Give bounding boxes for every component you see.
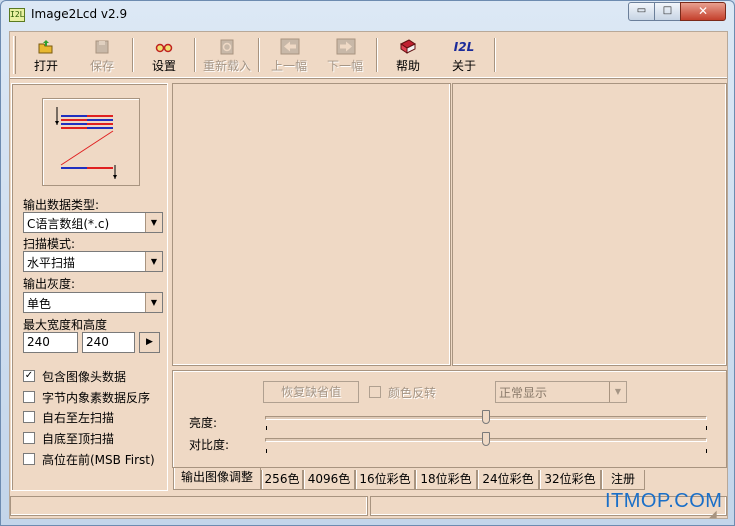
output-image-pane[interactable] <box>452 83 727 366</box>
maximize-button[interactable]: □ <box>654 2 681 21</box>
tab-32bit-color[interactable]: 32位彩色 <box>539 470 601 490</box>
minimize-button[interactable]: ▭ <box>628 2 655 21</box>
checkbox-box[interactable]: ✓ <box>23 370 35 382</box>
slider-tick <box>706 426 707 430</box>
toolbar-separator <box>132 38 134 72</box>
scan-mode-select[interactable]: 水平扫描 ▼ <box>23 251 163 272</box>
settings-button[interactable]: 设置 <box>138 35 190 75</box>
brightness-slider-thumb[interactable] <box>482 410 490 424</box>
bottom-to-top-label: 自底至顶扫描 <box>42 432 115 446</box>
status-cell-left <box>10 496 368 516</box>
include-header-label: 包含图像头数据 <box>42 370 127 384</box>
help-label: 帮助 <box>395 59 420 73</box>
open-button[interactable]: 打开 <box>20 35 72 75</box>
toolbar-separator <box>376 38 378 72</box>
open-folder-icon <box>37 38 55 56</box>
max-size-label: 最大宽度和高度 <box>23 318 108 332</box>
next-button[interactable]: 下一幅 <box>319 35 371 75</box>
max-width-input[interactable]: 240 <box>23 332 78 353</box>
resize-grip-icon[interactable]: ◢ <box>709 509 723 523</box>
checkbox-box[interactable] <box>23 453 35 465</box>
contrast-label: 对比度: <box>189 438 230 452</box>
toolbar: 打开 保存 设置 重新载入 上一幅 下一幅 帮助 I2L 关于 <box>10 32 727 78</box>
settings-panel: 输出数据类型: C语言数组(*.c) ▼ 扫描模式: 水平扫描 ▼ 输出灰度: … <box>11 83 168 491</box>
app-window: I2L Image2Lcd v2.9 ▭ □ ✕ 打开 保存 设置 重新载入 上… <box>0 0 735 526</box>
output-type-select[interactable]: C语言数组(*.c) ▼ <box>23 212 163 233</box>
tab-output-adjust[interactable]: 输出图像调整 <box>173 468 261 490</box>
title-bar[interactable]: I2L Image2Lcd v2.9 ▭ □ ✕ <box>1 1 734 29</box>
gray-level-label: 输出灰度: <box>23 277 76 291</box>
open-label: 打开 <box>33 59 58 73</box>
reload-label: 重新载入 <box>202 59 251 73</box>
slider-tick <box>266 426 267 430</box>
toolbar-separator <box>494 38 496 72</box>
checkbox-box[interactable] <box>369 386 381 398</box>
next-arrow-icon <box>336 38 356 56</box>
apply-size-button[interactable]: ▶ <box>139 332 160 353</box>
slider-tick <box>706 449 707 453</box>
gray-level-value: 单色 <box>27 297 52 311</box>
invert-color-label: 颜色反转 <box>388 386 437 400</box>
tab-16bit-color[interactable]: 16位彩色 <box>355 470 415 490</box>
save-button[interactable]: 保存 <box>76 35 128 75</box>
site-watermark: ITMOP.COM <box>605 490 723 512</box>
output-type-value: C语言数组(*.c) <box>27 217 110 231</box>
tab-24bit-color[interactable]: 24位彩色 <box>477 470 539 490</box>
max-height-input[interactable]: 240 <box>82 332 135 353</box>
toolbar-separator <box>194 38 196 72</box>
msb-first-label: 高位在前(MSB First) <box>42 453 155 467</box>
reload-icon <box>218 38 236 56</box>
about-button[interactable]: I2L 关于 <box>438 35 490 75</box>
previous-button[interactable]: 上一幅 <box>263 35 315 75</box>
checkbox-box[interactable] <box>23 391 35 403</box>
glasses-icon <box>155 38 173 56</box>
right-to-left-label: 自右至左扫描 <box>42 411 115 425</box>
toolbar-grip[interactable] <box>13 36 16 74</box>
checkbox-box[interactable] <box>23 432 35 444</box>
chevron-down-icon[interactable]: ▼ <box>609 382 626 402</box>
checkbox-box[interactable] <box>23 411 35 423</box>
help-book-icon <box>399 38 417 56</box>
previous-arrow-icon <box>280 38 300 56</box>
chevron-down-icon[interactable]: ▼ <box>145 293 162 312</box>
scan-mode-label: 扫描模式: <box>23 237 76 251</box>
chevron-down-icon[interactable]: ▼ <box>145 252 162 271</box>
source-image-pane[interactable] <box>172 83 451 366</box>
brightness-label: 亮度: <box>189 416 218 430</box>
help-button[interactable]: 帮助 <box>382 35 434 75</box>
tab-256-color[interactable]: 256色 <box>261 470 303 490</box>
scan-preview-diagram <box>42 98 140 186</box>
previous-label: 上一幅 <box>270 59 307 73</box>
close-button[interactable]: ✕ <box>680 2 726 21</box>
tab-18bit-color[interactable]: 18位彩色 <box>415 470 477 490</box>
client-area: 打开 保存 设置 重新载入 上一幅 下一幅 帮助 I2L 关于 输出数据类型: … <box>9 31 728 519</box>
tab-register[interactable]: 注册 <box>601 470 645 490</box>
chevron-down-icon[interactable]: ▼ <box>145 213 162 232</box>
about-label: 关于 <box>451 59 476 73</box>
contrast-slider-thumb[interactable] <box>482 432 490 446</box>
reverse-pixel-label: 字节内象素数据反序 <box>42 391 151 405</box>
window-title: Image2Lcd v2.9 <box>31 7 128 21</box>
app-icon: I2L <box>9 8 25 22</box>
save-label: 保存 <box>89 59 114 73</box>
tab-4096-color[interactable]: 4096色 <box>303 470 355 490</box>
display-mode-value: 正常显示 <box>499 386 548 400</box>
scan-mode-value: 水平扫描 <box>27 256 76 270</box>
settings-label: 设置 <box>151 59 176 73</box>
gray-level-select[interactable]: 单色 ▼ <box>23 292 163 313</box>
restore-defaults-button[interactable]: 恢复缺省值 <box>263 381 359 403</box>
output-type-label: 输出数据类型: <box>23 198 100 212</box>
display-mode-select[interactable]: 正常显示 ▼ <box>495 381 627 403</box>
toolbar-separator <box>258 38 260 72</box>
image-adjust-panel: 恢复缺省值 颜色反转 正常显示 ▼ 亮度: 对比度: <box>172 370 727 468</box>
save-disk-icon <box>93 38 111 56</box>
about-logo-icon: I2L <box>453 40 475 54</box>
reload-button[interactable]: 重新载入 <box>201 35 253 75</box>
next-label: 下一幅 <box>326 59 363 73</box>
slider-tick <box>266 449 267 453</box>
